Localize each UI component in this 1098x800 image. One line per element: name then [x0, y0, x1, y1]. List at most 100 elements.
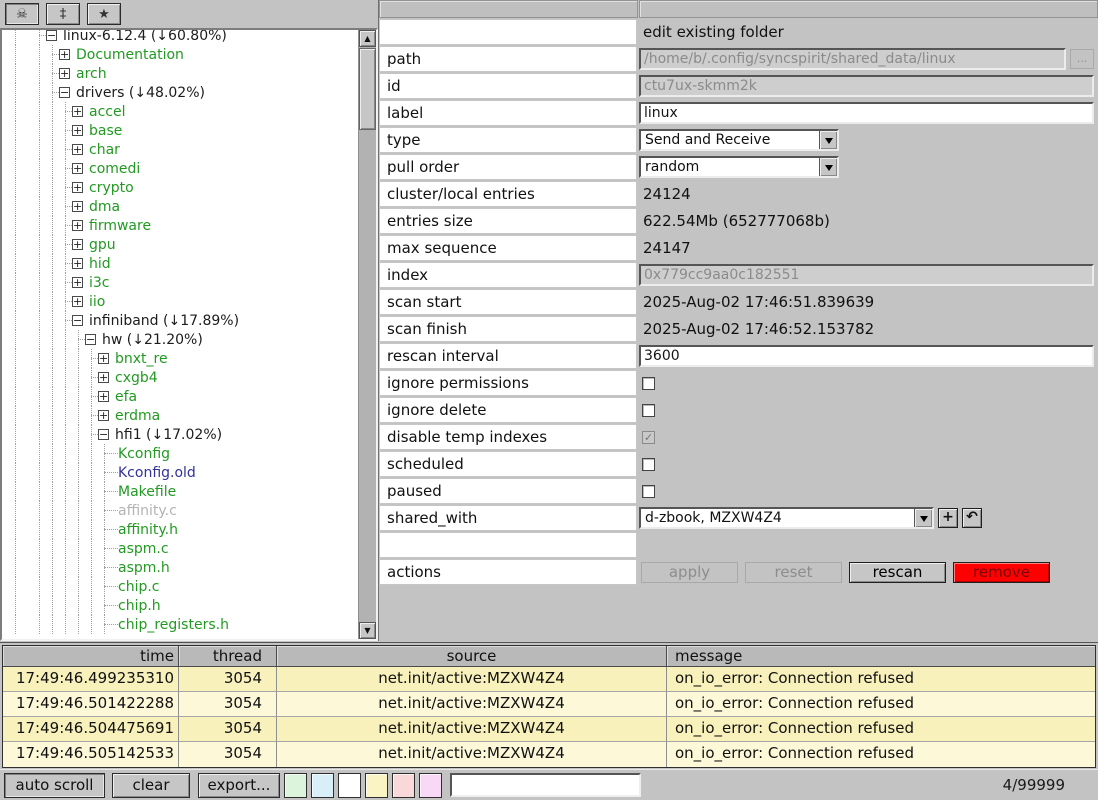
export-button[interactable]: export... — [198, 773, 280, 798]
collapse-icon[interactable]: − — [98, 429, 109, 440]
tree-item[interactable]: +efa — [2, 387, 358, 406]
expand-icon[interactable]: + — [72, 201, 83, 212]
tree-item-label: arch — [76, 66, 107, 82]
log-color-swatch-4-button[interactable] — [365, 773, 388, 798]
rescan-button[interactable]: rescan — [849, 562, 946, 583]
tree-item[interactable]: + iio — [2, 292, 358, 311]
log-filter-input[interactable] — [450, 773, 641, 797]
log-column-header-thread[interactable]: thread — [179, 646, 277, 667]
label-input[interactable] — [639, 102, 1094, 124]
tree-item[interactable]: chip_registers.h — [2, 615, 358, 634]
log-row[interactable]: 17:49:46.5051425333054net.init/active:MZ… — [3, 742, 1095, 767]
rescan_interval-input[interactable] — [639, 345, 1094, 367]
expand-icon[interactable]: + — [59, 49, 70, 60]
scroll-up-icon[interactable]: ▲ — [359, 30, 376, 47]
tree-scrollbar[interactable]: ▲ ▼ — [358, 30, 376, 639]
expand-icon[interactable]: + — [72, 106, 83, 117]
chevron-down-icon[interactable] — [819, 131, 837, 149]
tree-item[interactable]: +hid — [2, 254, 358, 273]
log-row[interactable]: 17:49:46.4992353103054net.init/active:MZ… — [3, 667, 1095, 692]
expand-icon[interactable]: + — [98, 391, 109, 402]
tree-item[interactable]: +gpu — [2, 235, 358, 254]
expand-icon[interactable]: + — [72, 258, 83, 269]
log-column-header-message[interactable]: message — [667, 646, 1095, 667]
tree-item[interactable]: −hfi1 (↓17.02%) — [2, 425, 358, 444]
tree-item[interactable]: +i3c — [2, 273, 358, 292]
expand-icon[interactable]: + — [72, 182, 83, 193]
scrollbar-thumb[interactable] — [359, 48, 376, 130]
tree-item[interactable]: aspm.h — [2, 558, 358, 577]
tree-item[interactable]: chip.h — [2, 596, 358, 615]
tree-item[interactable]: +crypto — [2, 178, 358, 197]
scheduled-checkbox[interactable] — [642, 458, 655, 471]
tree-item[interactable]: +dma — [2, 197, 358, 216]
expand-icon[interactable]: + — [72, 125, 83, 136]
auto-scroll-button[interactable]: auto scroll — [4, 773, 105, 798]
collapse-icon[interactable]: − — [72, 315, 83, 326]
tree-item[interactable]: affinity.h — [2, 520, 358, 539]
log-row[interactable]: 17:49:46.5014222883054net.init/active:MZ… — [3, 692, 1095, 717]
tree-item[interactable]: Makefile — [2, 482, 358, 501]
ignore_delete-checkbox[interactable] — [642, 404, 655, 417]
double-dagger-button[interactable]: ‡ — [46, 3, 80, 25]
remove-button[interactable]: remove — [953, 562, 1050, 583]
clear-button[interactable]: clear — [112, 773, 190, 798]
field-label: id — [379, 73, 637, 99]
scroll-down-icon[interactable]: ▼ — [359, 622, 376, 639]
log-column-header-source[interactable]: source — [277, 646, 667, 667]
expand-icon[interactable]: + — [98, 410, 109, 421]
expand-icon[interactable]: + — [72, 144, 83, 155]
tree-item[interactable]: +comedi — [2, 159, 358, 178]
tree-item[interactable]: chip.c — [2, 577, 358, 596]
log-color-swatch-5-button[interactable] — [392, 773, 415, 798]
expand-icon[interactable]: + — [72, 239, 83, 250]
tree-item[interactable]: +bnxt_re — [2, 349, 358, 368]
expand-icon[interactable]: + — [72, 163, 83, 174]
tree-item[interactable]: −linux-6.12.4 (↓60.80%) — [2, 28, 358, 45]
log-color-swatch-3-button[interactable] — [338, 773, 361, 798]
tree-item[interactable]: Kconfig.old — [2, 463, 358, 482]
star-button[interactable]: ★ — [87, 3, 121, 25]
expand-icon[interactable]: + — [98, 372, 109, 383]
log-cell-thread: 3054 — [179, 742, 277, 767]
expand-icon[interactable]: + — [72, 220, 83, 231]
tree-item[interactable]: + arch — [2, 64, 358, 83]
shared_with-select[interactable]: d-zbook, MZXW4Z4 — [639, 507, 934, 529]
log-color-swatch-6-button[interactable] — [419, 773, 442, 798]
collapse-icon[interactable]: − — [85, 334, 96, 345]
pull_order-select[interactable]: random — [639, 156, 839, 178]
expand-icon[interactable]: + — [98, 353, 109, 364]
expand-icon[interactable]: + — [72, 296, 83, 307]
log-row[interactable]: 17:49:46.5044756913054net.init/active:MZ… — [3, 717, 1095, 742]
tree-item[interactable]: affinity.c — [2, 501, 358, 520]
collapse-icon[interactable]: − — [59, 87, 70, 98]
tree-item[interactable]: Kconfig — [2, 444, 358, 463]
tree-item[interactable]: +erdma — [2, 406, 358, 425]
type-select[interactable]: Send and Receive — [639, 129, 839, 151]
expand-icon[interactable]: + — [72, 277, 83, 288]
chevron-down-icon[interactable] — [819, 158, 837, 176]
tree-item-label: iio — [89, 294, 105, 310]
add-device-button[interactable]: + — [938, 508, 958, 528]
form-row-shared_with: shared_withd-zbook, MZXW4Z4+↶ — [379, 505, 1098, 531]
tree-item[interactable]: +char — [2, 140, 358, 159]
tree-item[interactable]: +accel — [2, 102, 358, 121]
chevron-down-icon[interactable] — [914, 509, 932, 527]
tree-item[interactable]: +cxgb4 — [2, 368, 358, 387]
log-color-swatch-1-button[interactable] — [284, 773, 307, 798]
tree-item[interactable]: aspm.c — [2, 539, 358, 558]
tree-item[interactable]: −drivers (↓48.02%) — [2, 83, 358, 102]
tree-item[interactable]: +firmware — [2, 216, 358, 235]
log-color-swatch-2-button[interactable] — [311, 773, 334, 798]
revert-button[interactable]: ↶ — [962, 508, 982, 528]
tree-item[interactable]: −hw (↓21.20%) — [2, 330, 358, 349]
tree-item[interactable]: +base — [2, 121, 358, 140]
tree-item[interactable]: +Documentation — [2, 45, 358, 64]
ignore_permissions-checkbox[interactable] — [642, 377, 655, 390]
expand-icon[interactable]: + — [59, 68, 70, 79]
paused-checkbox[interactable] — [642, 485, 655, 498]
collapse-icon[interactable]: − — [46, 30, 57, 41]
tree-item[interactable]: −infiniband (↓17.89%) — [2, 311, 358, 330]
skull-button[interactable]: ☠ — [5, 3, 39, 25]
log-column-header-time[interactable]: time — [3, 646, 179, 667]
